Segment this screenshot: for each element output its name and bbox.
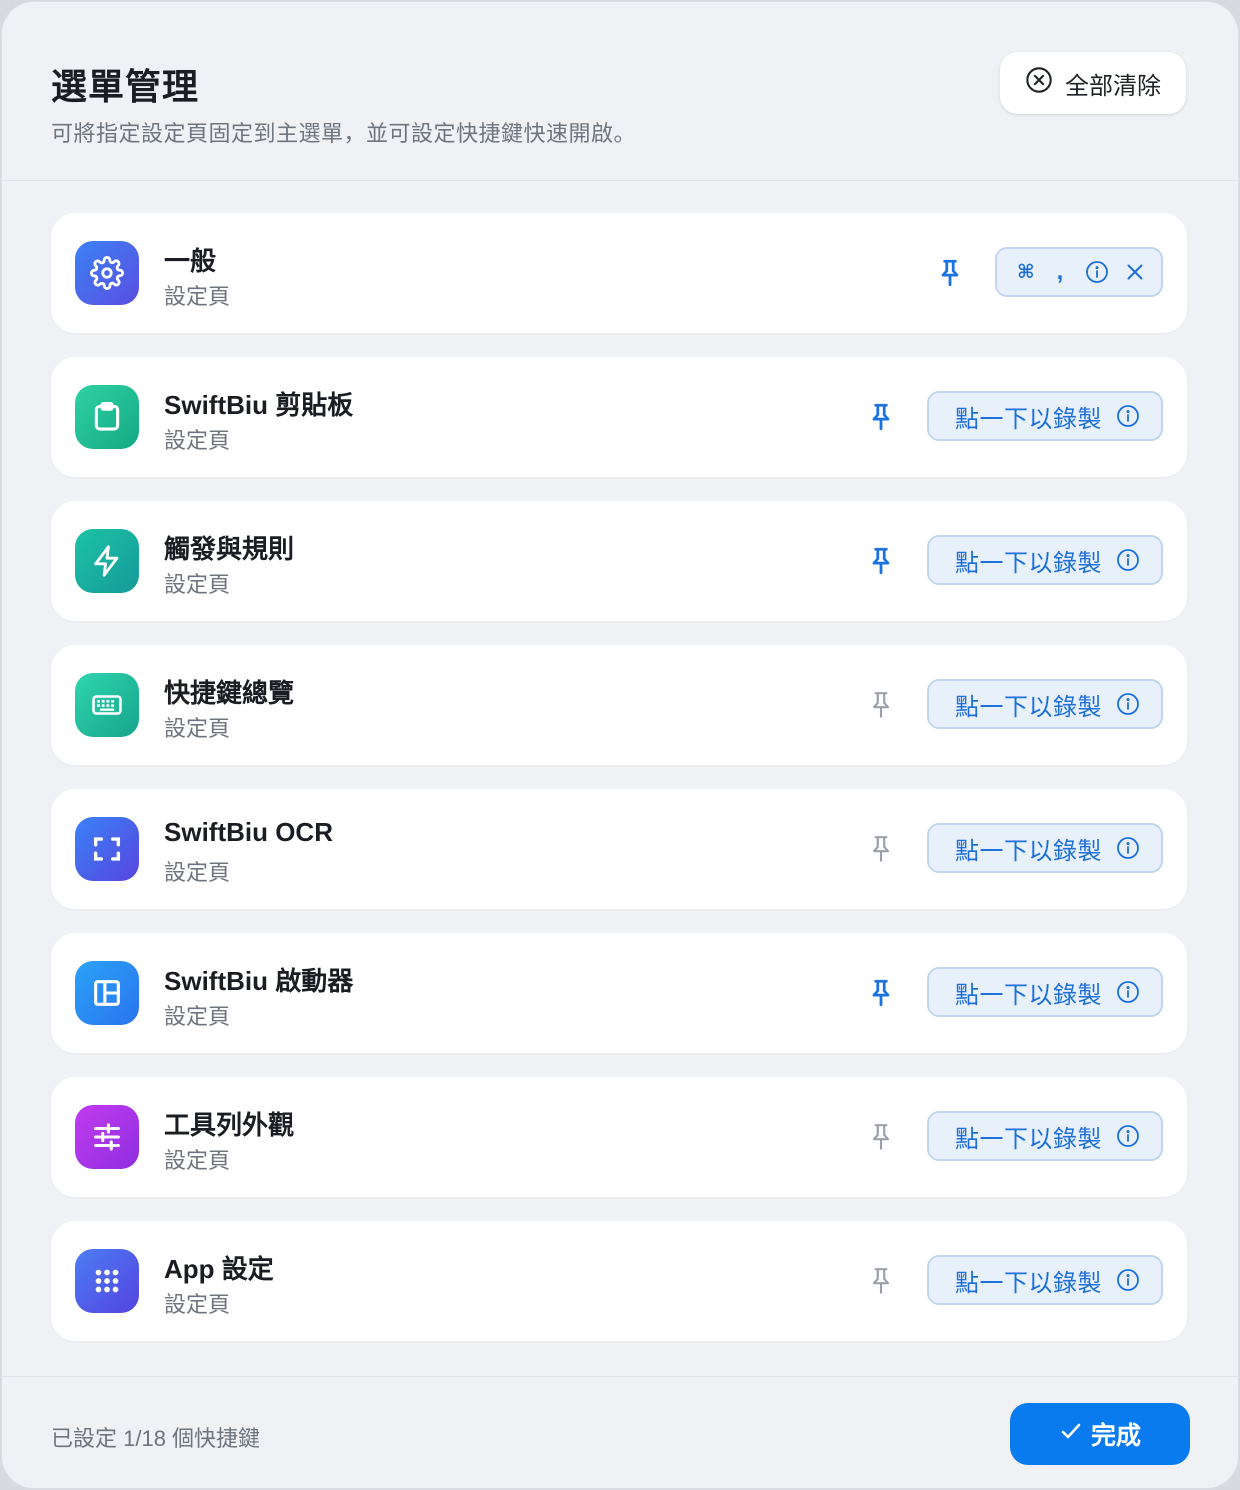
- lightning-icon: [75, 529, 139, 593]
- record-shortcut-label: 點一下以錄製: [955, 1269, 1102, 1297]
- record-shortcut-label: 點一下以錄製: [955, 981, 1102, 1009]
- pin-icon: [868, 978, 894, 1008]
- clipboard-icon: [75, 385, 139, 449]
- info-icon[interactable]: [1116, 404, 1140, 428]
- settings-page-name: 一般: [164, 246, 217, 276]
- grid-dots-icon: [75, 1249, 139, 1313]
- layout-icon: [75, 961, 139, 1025]
- info-icon[interactable]: [1116, 548, 1140, 572]
- done-label: 完成: [1090, 1422, 1141, 1450]
- pin-icon: [868, 690, 894, 720]
- settings-page-row: 一般設定頁 ⌘,: [51, 213, 1187, 333]
- record-shortcut-label: 點一下以錄製: [955, 693, 1102, 721]
- settings-page-subtitle: 設定頁: [164, 284, 231, 309]
- record-shortcut-button[interactable]: 點一下以錄製: [927, 391, 1163, 441]
- pin-icon: [868, 1122, 894, 1152]
- record-shortcut-label: 點一下以錄製: [955, 1125, 1102, 1153]
- record-shortcut-button[interactable]: 點一下以錄製: [927, 823, 1163, 873]
- settings-page-subtitle: 設定頁: [164, 860, 231, 885]
- shortcut-key: ,: [1056, 258, 1064, 285]
- info-icon[interactable]: [1116, 692, 1140, 716]
- info-icon[interactable]: [1116, 980, 1140, 1004]
- info-icon[interactable]: [1085, 260, 1109, 284]
- record-shortcut-button[interactable]: 點一下以錄製: [927, 967, 1163, 1017]
- settings-page-row: SwiftBiu 啟動器設定頁 點一下以錄製: [51, 933, 1187, 1053]
- settings-page-name: App 設定: [164, 1254, 274, 1284]
- gear-icon: [75, 241, 139, 305]
- pin-icon: [868, 1266, 894, 1296]
- settings-page-subtitle: 設定頁: [164, 428, 231, 453]
- pin-icon: [937, 258, 963, 288]
- settings-page-name: 快捷鍵總覽: [164, 678, 295, 708]
- info-icon[interactable]: [1116, 836, 1140, 860]
- settings-page-row: 快捷鍵總覽設定頁 點一下以錄製: [51, 645, 1187, 765]
- pin-toggle-button[interactable]: [861, 973, 901, 1013]
- menu-manager-dialog: 選單管理 可將指定設定頁固定到主選單，並可設定快捷鍵快速開啟。 全部清除 一般設…: [2, 2, 1238, 1488]
- page-subtitle: 可將指定設定頁固定到主選單，並可設定快捷鍵快速開啟。: [51, 121, 637, 146]
- shortcut-field[interactable]: ⌘,: [995, 247, 1163, 297]
- settings-page-row: SwiftBiu 剪貼板設定頁 點一下以錄製: [51, 357, 1187, 477]
- record-shortcut-label: 點一下以錄製: [955, 549, 1102, 577]
- dialog-footer: 已設定 1/18 個快捷鍵 完成: [2, 1376, 1238, 1488]
- record-shortcut-label: 點一下以錄製: [955, 405, 1102, 433]
- record-shortcut-button[interactable]: 點一下以錄製: [927, 679, 1163, 729]
- settings-page-subtitle: 設定頁: [164, 572, 231, 597]
- page-title: 選單管理: [51, 66, 200, 107]
- close-circle-icon: [1025, 66, 1053, 101]
- pin-icon: [868, 834, 894, 864]
- settings-page-row: SwiftBiu OCR 設定頁 點一下以錄製: [51, 789, 1187, 909]
- settings-page-row: 觸發與規則設定頁 點一下以錄製: [51, 501, 1187, 621]
- info-icon[interactable]: [1116, 1268, 1140, 1292]
- settings-page-name: SwiftBiu OCR: [164, 817, 333, 847]
- clear-all-label: 全部清除: [1065, 72, 1161, 100]
- keyboard-icon: [75, 673, 139, 737]
- settings-page-name: SwiftBiu 剪貼板: [164, 390, 354, 420]
- settings-page-name: 觸發與規則: [164, 534, 295, 564]
- clear-shortcut-icon[interactable]: [1123, 260, 1147, 284]
- pin-toggle-button[interactable]: [861, 685, 901, 725]
- pin-toggle-button[interactable]: [930, 253, 970, 293]
- pin-icon: [868, 546, 894, 576]
- dialog-header: 選單管理 可將指定設定頁固定到主選單，並可設定快捷鍵快速開啟。 全部清除: [2, 2, 1238, 181]
- settings-page-subtitle: 設定頁: [164, 1292, 231, 1317]
- pin-toggle-button[interactable]: [861, 1117, 901, 1157]
- shortcut-modifier: ⌘: [1017, 261, 1035, 283]
- pin-toggle-button[interactable]: [861, 397, 901, 437]
- settings-page-row: 工具列外觀設定頁 點一下以錄製: [51, 1077, 1187, 1197]
- pin-icon: [868, 402, 894, 432]
- record-shortcut-label: 點一下以錄製: [955, 837, 1102, 865]
- clear-all-button[interactable]: 全部清除: [1000, 52, 1186, 114]
- pin-toggle-button[interactable]: [861, 541, 901, 581]
- pin-toggle-button[interactable]: [861, 1261, 901, 1301]
- settings-page-list: 一般 設定頁 ⌘, SwiftBiu 剪貼板 設定頁 點一下以錄製 觸發與規則 設定頁 點一下以…: [51, 213, 1187, 1365]
- record-shortcut-button[interactable]: 點一下以錄製: [927, 1111, 1163, 1161]
- info-icon[interactable]: [1116, 1124, 1140, 1148]
- settings-page-row: App 設定設定頁 點一下以錄製: [51, 1221, 1187, 1341]
- settings-page-subtitle: 設定頁: [164, 1004, 231, 1029]
- record-shortcut-button[interactable]: 點一下以錄製: [927, 535, 1163, 585]
- scan-icon: [75, 817, 139, 881]
- record-shortcut-button[interactable]: 點一下以錄製: [927, 1255, 1163, 1305]
- settings-page-name: SwiftBiu 啟動器: [164, 966, 354, 996]
- settings-page-subtitle: 設定頁: [164, 716, 231, 741]
- settings-page-subtitle: 設定頁: [164, 1148, 231, 1173]
- settings-page-name: 工具列外觀: [164, 1110, 295, 1140]
- shortcut-count-status: 已設定 1/18 個快捷鍵: [51, 1426, 261, 1451]
- sliders-icon: [75, 1105, 139, 1169]
- done-button[interactable]: 完成: [1010, 1403, 1190, 1465]
- checkmark-icon: [1059, 1419, 1083, 1450]
- pin-toggle-button[interactable]: [861, 829, 901, 869]
